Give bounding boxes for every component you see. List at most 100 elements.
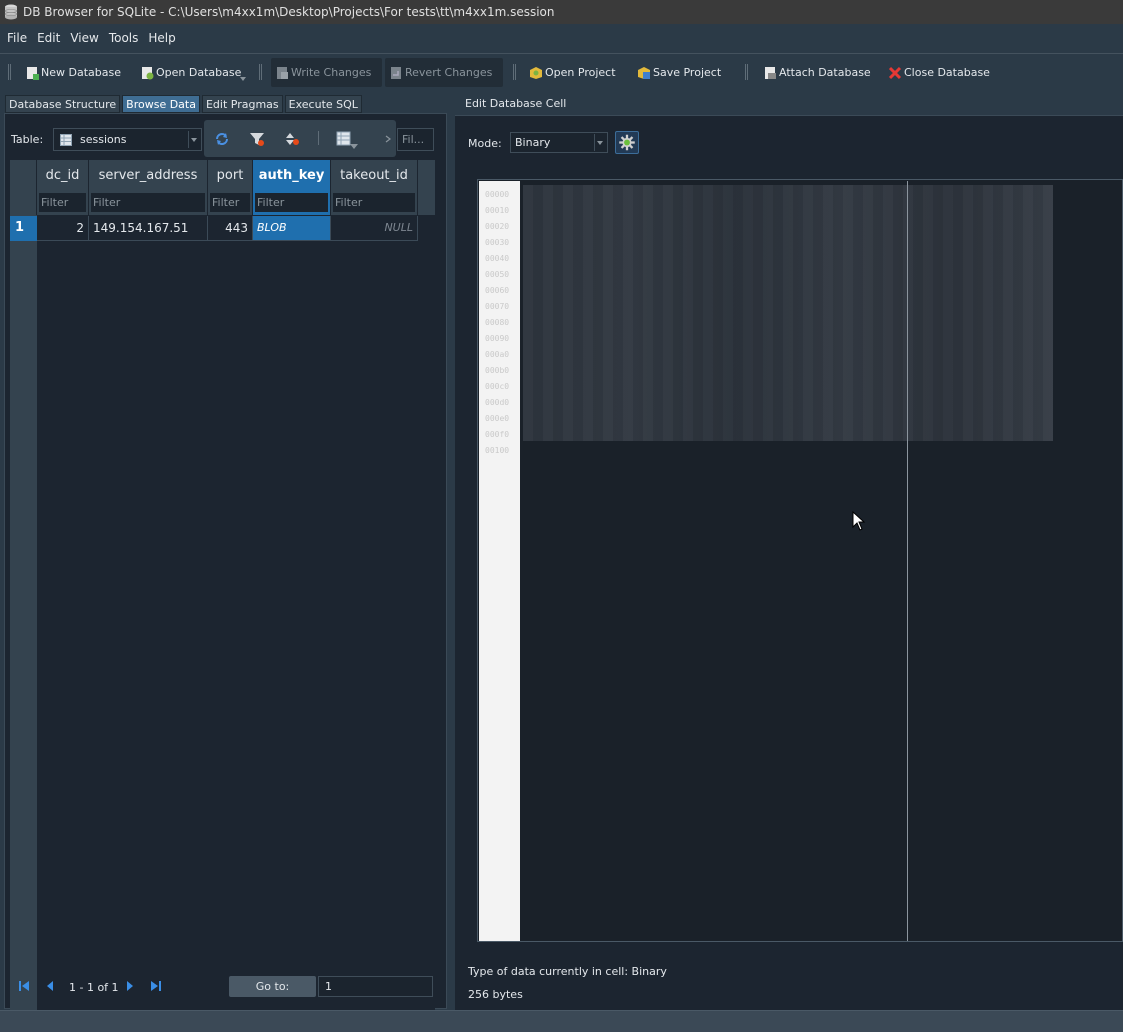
attach-database-icon <box>765 66 776 79</box>
menu-edit[interactable]: Edit <box>32 31 65 45</box>
goto-input[interactable]: 1 <box>318 976 433 997</box>
menu-bar: File Edit View Tools Help <box>0 24 1123 52</box>
global-filter-input[interactable]: Fil... <box>397 128 434 151</box>
save-project-icon <box>638 66 650 79</box>
attach-database-button[interactable]: Attach Database <box>759 58 871 87</box>
table-select-value: sessions <box>80 133 127 146</box>
browse-toolbar <box>204 120 396 157</box>
new-database-button[interactable]: New Database <box>21 58 121 87</box>
open-database-icon <box>142 66 154 79</box>
menu-help[interactable]: Help <box>143 31 180 45</box>
tab-edit-pragmas[interactable]: Edit Pragmas <box>201 95 283 113</box>
menu-file[interactable]: File <box>2 31 32 45</box>
edit-cell-panel: Edit Database Cell Mode: Binary 00000 000… <box>455 90 1123 1010</box>
row-number[interactable]: 1 <box>10 216 37 241</box>
column-filter-input[interactable]: Filter <box>39 193 86 212</box>
tab-browse-data[interactable]: Browse Data <box>122 95 200 113</box>
toolbar-separator <box>745 64 748 80</box>
chevron-down-icon <box>597 141 603 145</box>
open-database-label: Open Database <box>156 66 242 79</box>
first-record-icon[interactable] <box>18 979 30 993</box>
write-changes-button[interactable]: Write Changes <box>271 58 382 87</box>
table-cell-port[interactable]: 443 <box>208 216 253 241</box>
save-project-button[interactable]: Save Project <box>633 58 721 87</box>
column-header-filler <box>418 160 435 215</box>
next-record-icon[interactable] <box>124 979 136 993</box>
last-record-icon[interactable] <box>150 979 162 993</box>
table-cell-auth-key[interactable]: BLOB <box>253 216 331 241</box>
chevron-down-icon[interactable] <box>350 144 358 150</box>
cell-type-info: Type of data currently in cell: Binary <box>468 965 667 978</box>
close-database-label: Close Database <box>904 66 990 79</box>
tab-database-structure[interactable]: Database Structure <box>5 95 121 113</box>
browse-toolbar-separator <box>318 131 319 145</box>
column-header-port[interactable]: port Filter <box>208 160 253 215</box>
tab-execute-sql[interactable]: Execute SQL <box>284 95 362 113</box>
window-title: DB Browser for SQLite - C:\Users\m4xx1m\… <box>23 5 555 19</box>
column-header-server-address[interactable]: server_address Filter <box>89 160 208 215</box>
write-changes-label: Write Changes <box>291 66 372 79</box>
database-app-icon <box>4 4 18 20</box>
menu-tools[interactable]: Tools <box>104 31 144 45</box>
open-database-dropdown-icon[interactable] <box>240 77 246 81</box>
open-project-button[interactable]: Open Project <box>525 58 616 87</box>
close-database-button[interactable]: Close Database <box>884 58 990 87</box>
data-grid: dc_id Filter server_address Filter port … <box>10 160 435 1032</box>
table-cell-takeout-id[interactable]: NULL <box>331 216 418 241</box>
mode-select-value: Binary <box>515 136 551 149</box>
column-filter-input[interactable]: Filter <box>91 193 205 212</box>
gear-icon <box>619 134 635 151</box>
auto-switch-mode-button[interactable] <box>615 131 639 154</box>
record-navigation: 1 - 1 of 1 Go to: 1 <box>10 975 440 999</box>
column-title: port <box>216 168 244 183</box>
open-project-label: Open Project <box>545 66 616 79</box>
cell-size-info: 256 bytes <box>468 988 523 1001</box>
main-tabs: Database Structure Browse Data Edit Prag… <box>5 95 364 113</box>
refresh-icon[interactable] <box>214 131 230 147</box>
open-project-icon <box>530 66 542 79</box>
column-header-dc-id[interactable]: dc_id Filter <box>37 160 89 215</box>
table-label: Table: <box>11 133 44 146</box>
grid-corner[interactable] <box>10 160 37 215</box>
column-title: auth_key <box>258 168 325 183</box>
table-select[interactable]: sessions <box>53 128 202 151</box>
hex-address-gutter: 00000 00010 00020 00030 00040 00050 00060 00… <box>479 181 520 941</box>
main-toolbar: New Database Open Database Write Changes… <box>0 53 1123 90</box>
column-filter-input[interactable]: Filter <box>210 193 250 212</box>
toolbar-separator <box>259 64 262 80</box>
row-header-column <box>10 215 37 1032</box>
mode-label: Mode: <box>468 137 502 150</box>
redacted-hex-content <box>523 185 1053 441</box>
table-cell-server-address[interactable]: 149.154.167.51 <box>89 216 208 241</box>
revert-changes-button[interactable]: Revert Changes <box>385 58 503 87</box>
hex-editor[interactable]: 00000 00010 00020 00030 00040 00050 00060 00… <box>477 179 1123 942</box>
column-filter-input[interactable]: Filter <box>255 193 328 212</box>
open-database-button[interactable]: Open Database <box>136 58 241 87</box>
goto-button[interactable]: Go to: <box>229 976 316 997</box>
previous-record-icon[interactable] <box>44 979 56 993</box>
new-database-icon <box>27 66 39 80</box>
status-bar <box>0 1010 1123 1032</box>
clear-filters-icon[interactable] <box>249 131 265 147</box>
select-divider <box>594 134 595 151</box>
title-bar: DB Browser for SQLite - C:\Users\m4xx1m\… <box>0 0 1123 24</box>
mode-select[interactable]: Binary <box>510 132 608 153</box>
mouse-cursor-icon <box>852 511 866 531</box>
record-count: 1 - 1 of 1 <box>69 981 119 994</box>
table-cell-dc-id[interactable]: 2 <box>37 216 89 241</box>
column-header-takeout-id[interactable]: takeout_id Filter <box>331 160 418 215</box>
menu-view[interactable]: View <box>65 31 103 45</box>
clear-sorting-icon[interactable] <box>285 131 301 147</box>
column-filter-input[interactable]: Filter <box>333 193 415 212</box>
column-header-auth-key[interactable]: auth_key Filter <box>253 160 331 215</box>
toolbar-separator <box>513 64 516 80</box>
hex-ascii-divider <box>907 181 908 941</box>
save-project-label: Save Project <box>653 66 722 79</box>
new-database-label: New Database <box>41 66 121 79</box>
chevron-right-icon[interactable] <box>384 131 392 147</box>
column-title: server_address <box>98 168 198 183</box>
edit-cell-header: Edit Database Cell <box>455 90 1123 116</box>
column-title: dc_id <box>45 168 80 183</box>
write-changes-icon <box>277 66 288 79</box>
table-icon <box>60 133 72 146</box>
